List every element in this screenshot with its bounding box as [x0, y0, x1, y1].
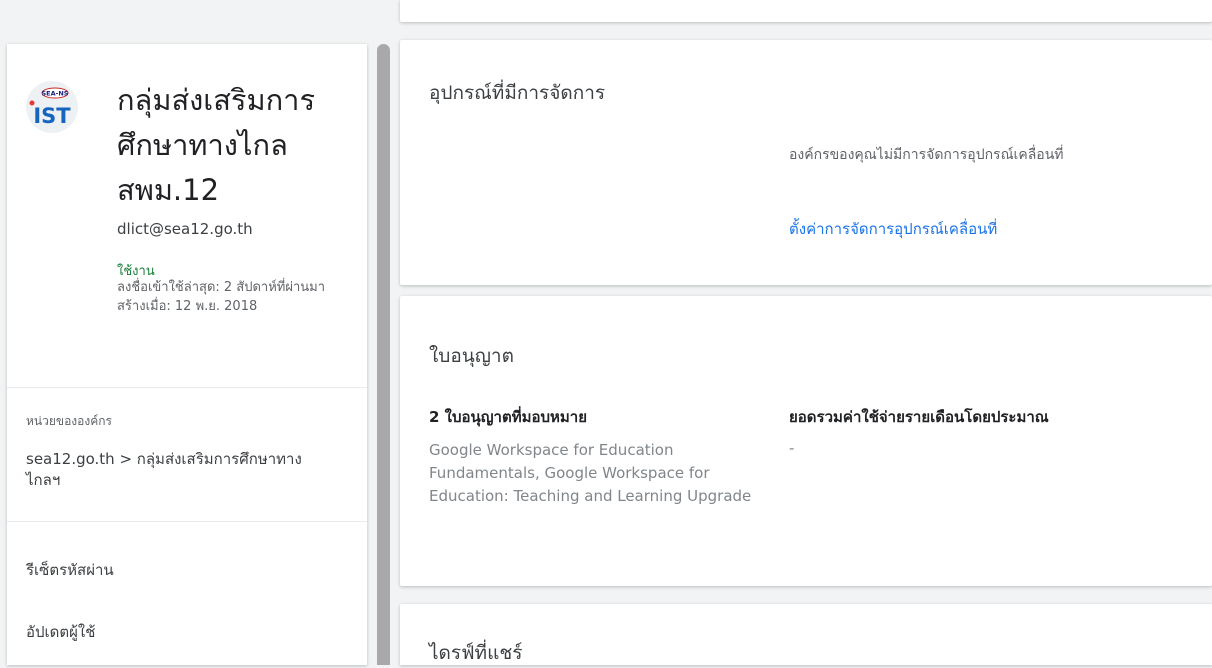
org-unit-section: หน่วยขององค์กร sea12.go.th > กลุ่มส่งเสร… [7, 388, 367, 522]
no-devices-message: องค์กรของคุณไม่มีการจัดการอุปกรณ์เคลื่อน… [789, 147, 1064, 163]
org-unit-path: sea12.go.th > กลุ่มส่งเสริมการศึกษาทางไก… [26, 450, 302, 489]
assigned-licenses-header: 2 ใบอนุญาตที่มอบหมาย [429, 408, 588, 426]
user-display-name: กลุ่มส่งเสริมการศึกษาทางไกล สพม.12 [117, 83, 316, 207]
card-title: ไดรฟ์ที่แชร์ [429, 642, 523, 664]
user-header: SEA-NS IST กลุ่มส่งเสริมการศึกษาทางไกล ส… [7, 44, 367, 388]
user-meta: ลงชื่อเข้าใช้ล่าสุด: 2 สัปดาห์ที่ผ่านมา … [117, 278, 357, 316]
setup-mobile-management-link[interactable]: ตั้งค่าการจัดการอุปกรณ์เคลื่อนที่ [789, 217, 997, 241]
svg-text:IST: IST [33, 104, 71, 128]
monthly-cost-header: ยอดรวมค่าใช้จ่ายรายเดือนโดยประมาณ [789, 408, 1049, 426]
shared-drives-card[interactable]: ไดรฟ์ที่แชร์ [400, 604, 1212, 665]
last-sign-in: ลงชื่อเข้าใช้ล่าสุด: 2 สัปดาห์ที่ผ่านมา [117, 280, 326, 295]
card-title: ใบอนุญาต [429, 345, 514, 367]
previous-card-bottom [400, 0, 1212, 22]
scrollbar-thumb[interactable] [377, 44, 390, 665]
svg-text:SEA-NS: SEA-NS [42, 90, 69, 98]
licenses-card[interactable]: ใบอนุญาต 2 ใบอนุญาตที่มอบหมาย Google Wor… [400, 296, 1212, 586]
monthly-cost-value: - [789, 439, 795, 457]
user-email: dlict@sea12.go.th [117, 220, 253, 238]
reset-password-button[interactable]: รีเซ็ตรหัสผ่าน [26, 558, 114, 582]
user-summary-panel: SEA-NS IST กลุ่มส่งเสริมการศึกษาทางไกล ส… [7, 44, 367, 665]
update-user-button[interactable]: อัปเดตผู้ใช้ [26, 620, 95, 644]
managed-devices-card: อุปกรณ์ที่มีการจัดการ องค์กรของคุณไม่มีก… [400, 40, 1212, 285]
org-unit-label: หน่วยขององค์กร [26, 414, 112, 428]
assigned-licenses-detail: Google Workspace for Education Fundament… [429, 441, 752, 505]
created-date: สร้างเมื่อ: 12 พ.ย. 2018 [117, 299, 258, 314]
card-title: อุปกรณ์ที่มีการจัดการ [429, 82, 606, 104]
organization-logo-avatar: SEA-NS IST [26, 81, 78, 133]
